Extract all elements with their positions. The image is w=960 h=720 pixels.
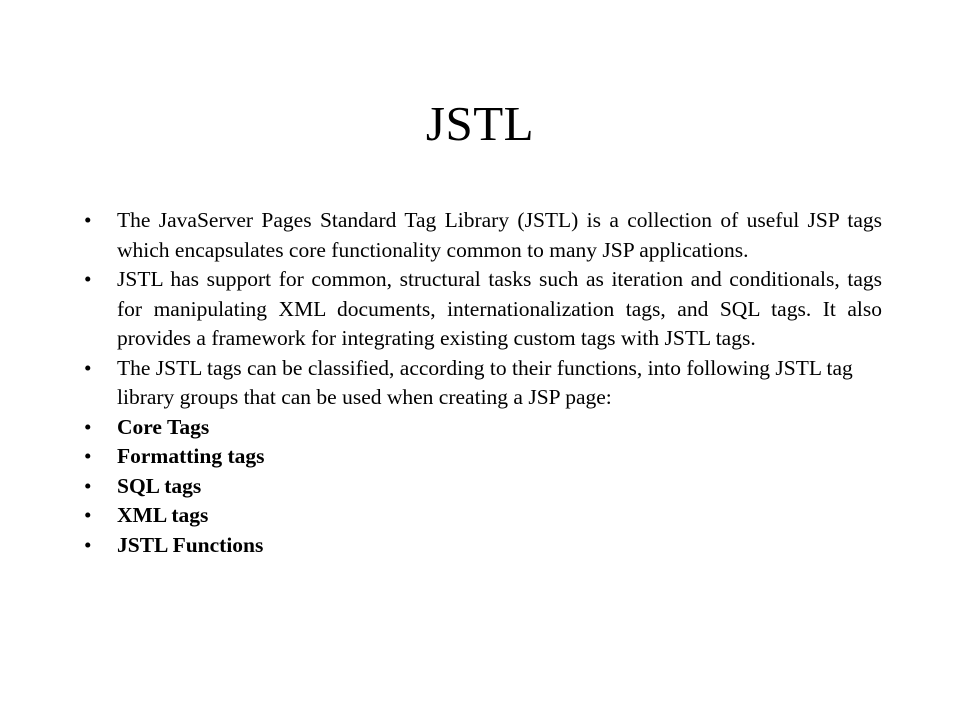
bullet-marker-icon: • bbox=[84, 444, 92, 468]
bullet-text: SQL tags bbox=[117, 473, 202, 498]
bullet-marker-icon: • bbox=[84, 267, 92, 291]
bullet-text: Formatting tags bbox=[117, 444, 265, 468]
bullet-item-formatting-tags: • Formatting tags bbox=[82, 442, 882, 472]
bullet-item-classification: • The JSTL tags can be classified, accord… bbox=[82, 354, 882, 413]
bullet-marker-icon: • bbox=[84, 532, 92, 557]
page-title: JSTL bbox=[425, 96, 535, 151]
bullet-marker-icon: • bbox=[84, 355, 92, 380]
bullet-item-xml-tags: • XML tags bbox=[82, 501, 882, 531]
bullet-item-core-tags: • Core Tags bbox=[82, 413, 882, 443]
bullet-marker-icon: • bbox=[84, 473, 92, 498]
bullet-text: Core Tags bbox=[117, 414, 210, 439]
bullet-item-intro: • The JavaServer Pages Standard Tag Libra… bbox=[82, 206, 882, 265]
bullet-text: XML tags bbox=[117, 503, 209, 527]
bullet-text: The JavaServer Pages Standard Tag Librar… bbox=[117, 208, 882, 262]
bullet-text: JSTL Functions bbox=[117, 532, 264, 557]
bullet-text: JSTL has support for common, structural … bbox=[117, 267, 882, 350]
slide-body: • The JavaServer Pages Standard Tag Libra… bbox=[82, 206, 882, 560]
bullet-item-jstl-functions: • JSTL Functions bbox=[82, 531, 882, 561]
bullet-item-sql-tags: • SQL tags bbox=[82, 472, 882, 502]
bullet-marker-icon: • bbox=[84, 414, 92, 439]
bullet-item-support: • JSTL has support for common, structural… bbox=[82, 265, 882, 354]
bullet-text: The JSTL tags can be classified, accordi… bbox=[117, 355, 853, 410]
bullet-marker-icon: • bbox=[84, 503, 92, 527]
slide-canvas: JSTL • The JavaServer Pages Standard Tag … bbox=[0, 0, 960, 720]
bullet-marker-icon: • bbox=[84, 208, 92, 232]
